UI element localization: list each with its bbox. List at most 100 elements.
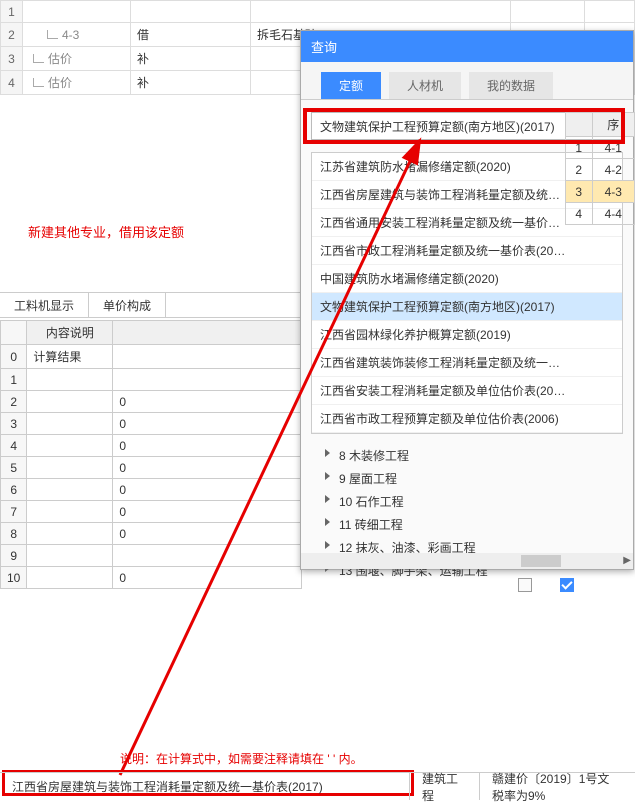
cell: [27, 369, 113, 391]
tree-item[interactable]: 8 木装修工程: [311, 444, 623, 467]
cell: 4-1: [592, 137, 635, 159]
annotation-text: 新建其他专业，借用该定额: [28, 222, 184, 241]
cell: [27, 479, 113, 501]
unchecked-box-icon[interactable]: [518, 578, 532, 592]
table-row[interactable]: 5 0: [1, 457, 302, 479]
cell: [585, 1, 635, 23]
cell: 0: [113, 501, 302, 523]
query-tab-mydata[interactable]: 我的数据: [469, 72, 553, 99]
query-tab-quota[interactable]: 定额: [321, 72, 381, 99]
row-index: 4: [1, 71, 23, 95]
cell: [27, 545, 113, 567]
tab-price-composition[interactable]: 单价构成: [89, 293, 166, 317]
status-tax: 赣建价〔2019〕1号文 税率为9%: [480, 773, 635, 800]
table-row[interactable]: 34-3: [566, 181, 635, 203]
cell: 0: [113, 435, 302, 457]
horizontal-scrollbar[interactable]: ▶: [301, 553, 633, 569]
cell: [27, 435, 113, 457]
table-row[interactable]: 44-4: [566, 203, 635, 225]
cell: [251, 1, 511, 23]
row-index: 2: [1, 23, 23, 47]
row-index: 4: [1, 435, 27, 457]
cell: 补: [131, 71, 251, 95]
query-tabs: 定额 人材机 我的数据: [301, 62, 633, 100]
tree-cell: 估价: [23, 71, 131, 95]
checked-box-icon[interactable]: [560, 578, 574, 592]
status-project-type: 建筑工程: [410, 773, 480, 800]
table-row[interactable]: 6 0: [1, 479, 302, 501]
cell: [511, 1, 585, 23]
row-index: 3: [1, 413, 27, 435]
table-row[interactable]: 4 0: [1, 435, 302, 457]
tree-cell: [23, 1, 131, 23]
lower-tabs: 工料机显示 单价构成: [0, 292, 302, 318]
scroll-right-icon[interactable]: ▶: [623, 555, 631, 566]
table-row[interactable]: 24-2: [566, 159, 635, 181]
table-row[interactable]: 8 0: [1, 523, 302, 545]
cell: 0: [113, 567, 302, 589]
cell: 4-2: [592, 159, 635, 181]
quota-combobox-value: 文物建筑保护工程预算定额(南方地区)(2017): [320, 118, 555, 135]
query-panel: 查询 定额 人材机 我的数据 文物建筑保护工程预算定额(南方地区)(2017) …: [300, 30, 634, 570]
dropdown-item[interactable]: 江西省市政工程预算定额及单位估价表(2006): [312, 405, 622, 433]
cell: [27, 567, 113, 589]
desc-header-content: 内容说明: [27, 321, 113, 345]
dropdown-item[interactable]: 中国建筑防水堵漏修缮定额(2020): [312, 265, 622, 293]
cell: [113, 545, 302, 567]
row-index: 9: [1, 545, 27, 567]
row-index: 2: [566, 159, 593, 181]
cell: 4-4: [592, 203, 635, 225]
table-row[interactable]: 0 计算结果: [1, 345, 302, 369]
dropdown-item[interactable]: 江西省园林绿化养护概算定额(2019): [312, 321, 622, 349]
row-index: 1: [1, 369, 27, 391]
tree-item[interactable]: 10 石作工程: [311, 490, 623, 513]
cell: [27, 413, 113, 435]
query-panel-title: 查询: [301, 31, 633, 62]
scrollbar-thumb[interactable]: [521, 555, 561, 567]
cell: [113, 369, 302, 391]
cell: 4-3: [592, 181, 635, 203]
tree-item[interactable]: 9 屋面工程: [311, 467, 623, 490]
query-tab-rencaiji[interactable]: 人材机: [389, 72, 461, 99]
tree-cell: 4-3: [23, 23, 131, 47]
tree-item[interactable]: 11 砖细工程: [311, 513, 623, 536]
row-options: [518, 578, 574, 592]
table-row[interactable]: 7 0: [1, 501, 302, 523]
calc-note: 说明：在计算式中，如需要注释请填在 ' ' 内。: [120, 750, 363, 767]
table-row[interactable]: 2 0: [1, 391, 302, 413]
table-row[interactable]: 3 0: [1, 413, 302, 435]
dropdown-item[interactable]: 江西省建筑装饰装修工程消耗量定额及统一…: [312, 349, 622, 377]
row-index: 7: [1, 501, 27, 523]
dropdown-item[interactable]: 江西省安装工程消耗量定额及单位估价表(20…: [312, 377, 622, 405]
tab-materials[interactable]: 工料机显示: [0, 293, 89, 317]
table-row[interactable]: 14-1: [566, 137, 635, 159]
table-row[interactable]: 10 0: [1, 567, 302, 589]
description-table: 内容说明 0 计算结果 1 2 03 04 05 06 07 08 09 10 …: [0, 320, 302, 589]
row-index: 4: [566, 203, 593, 225]
dropdown-item[interactable]: 文物建筑保护工程预算定额(南方地区)(2017): [312, 293, 622, 321]
right-header-seq: 序: [592, 113, 635, 137]
row-index: 3: [1, 47, 23, 71]
table-row[interactable]: 9: [1, 545, 302, 567]
right-index-grid: 序 14-124-234-344-4: [565, 112, 635, 225]
table-row[interactable]: 1: [1, 1, 635, 23]
cell: [27, 523, 113, 545]
row-index: 1: [1, 1, 23, 23]
row-index: 8: [1, 523, 27, 545]
cell: 0: [113, 413, 302, 435]
cell: 0: [113, 523, 302, 545]
row-index: 6: [1, 479, 27, 501]
row-index: 3: [566, 181, 593, 203]
cell: [27, 391, 113, 413]
cell: [131, 1, 251, 23]
row-index: 10: [1, 567, 27, 589]
table-row[interactable]: 1: [1, 369, 302, 391]
status-bar: 江西省房屋建筑与装饰工程消耗量定额及统一基价表(2017) 建筑工程 赣建价〔2…: [0, 772, 635, 800]
cell: 0: [113, 457, 302, 479]
row-index: 2: [1, 391, 27, 413]
row-index: 5: [1, 457, 27, 479]
dropdown-item[interactable]: 江西省市政工程消耗量定额及统一基价表(20…: [312, 237, 622, 265]
row-index: 1: [566, 137, 593, 159]
cell: [27, 501, 113, 523]
tree-cell: 估价: [23, 47, 131, 71]
